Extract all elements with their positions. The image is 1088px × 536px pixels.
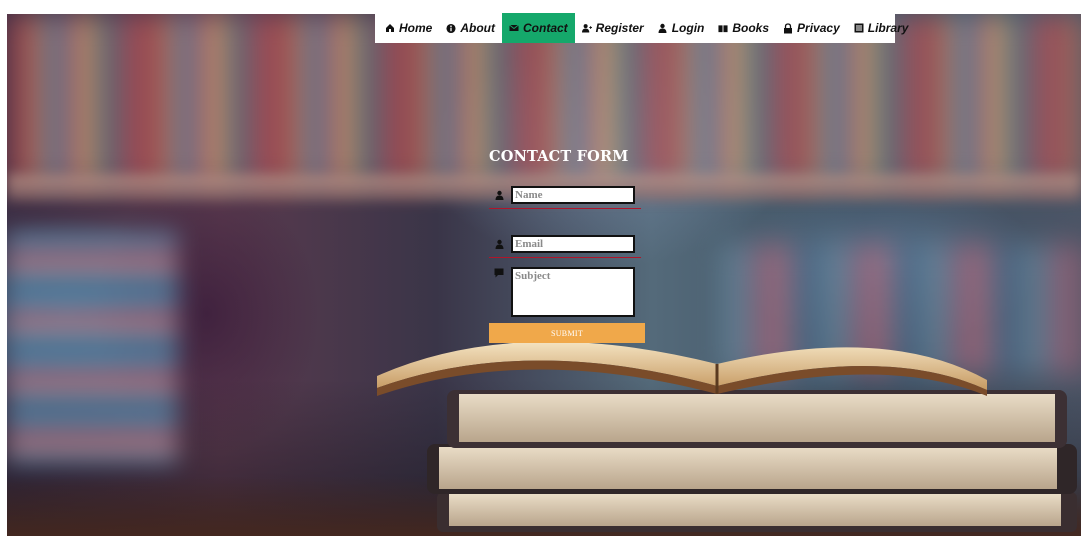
nav-books-label: Books: [732, 21, 770, 35]
lock-icon: [783, 22, 793, 34]
nav-login-label: Login: [671, 21, 705, 35]
envelope-icon: [509, 23, 519, 34]
nav-home[interactable]: Home: [375, 13, 439, 43]
nav-privacy-label: Privacy: [797, 21, 840, 35]
info-icon: [446, 23, 456, 34]
nav-about[interactable]: About: [439, 13, 502, 43]
nav-home-label: Home: [399, 21, 433, 35]
nav-login[interactable]: Login: [651, 13, 712, 43]
user-icon: [658, 23, 668, 34]
nav-register-label: Register: [595, 21, 644, 35]
nav-privacy[interactable]: Privacy: [776, 13, 847, 43]
nav-library[interactable]: Library: [847, 13, 916, 43]
contact-form: CONTACT FORM SUBMIT: [489, 148, 649, 343]
user-plus-icon: [581, 23, 592, 34]
name-input[interactable]: [511, 186, 635, 204]
bottom-book-pages: [449, 494, 1061, 526]
library-icon: [854, 23, 864, 34]
email-input[interactable]: [511, 235, 635, 253]
top-book-pages: [459, 394, 1055, 442]
user-icon: [493, 189, 505, 201]
nav-books[interactable]: Books: [711, 13, 776, 43]
nav-library-label: Library: [867, 21, 909, 35]
user-icon: [493, 238, 505, 250]
nav-contact-label: Contact: [523, 21, 568, 35]
nav-contact[interactable]: Contact: [502, 13, 575, 43]
background-left-books: [7, 234, 177, 464]
middle-book-pages: [439, 447, 1057, 489]
home-icon: [385, 23, 395, 34]
comment-icon: [493, 267, 505, 279]
top-navigation: Home About Contact Register Login Books: [375, 13, 908, 43]
name-field-row: [489, 186, 649, 204]
nav-about-label: About: [460, 21, 495, 35]
nav-register[interactable]: Register: [575, 13, 651, 43]
email-underline: [489, 257, 641, 258]
subject-field-row: [489, 267, 649, 317]
email-field-row: [489, 235, 649, 253]
form-title: CONTACT FORM: [489, 148, 629, 165]
submit-button[interactable]: SUBMIT: [489, 323, 645, 343]
book-stack-illustration: [377, 341, 1077, 532]
name-underline: [489, 208, 641, 209]
subject-textarea[interactable]: [511, 267, 635, 317]
book-icon: [718, 23, 728, 34]
